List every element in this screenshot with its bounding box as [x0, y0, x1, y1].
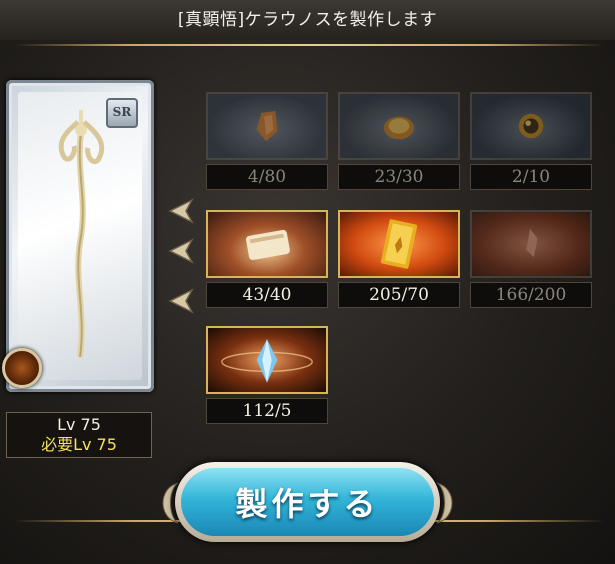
page-title: [真顕悟]ケラウノスを製作します [0, 0, 615, 40]
arrow-left-icon[interactable] [166, 196, 196, 226]
material-tile[interactable] [206, 92, 328, 160]
level-panel: Lv 75 必要Lv 75 [6, 412, 152, 458]
craft-button-frame: 製作する [175, 462, 440, 542]
weapon-level: Lv 75 [57, 415, 101, 434]
required-level: 必要Lv 75 [41, 435, 117, 454]
material-count: 23/30 [338, 164, 460, 190]
material-count: 166/200 [470, 282, 592, 308]
material-tile[interactable] [206, 210, 328, 278]
golden-book-icon [380, 219, 418, 269]
material-tile[interactable] [338, 92, 460, 160]
craft-button[interactable]: 製作する [181, 468, 434, 536]
material-count: 2/10 [470, 164, 592, 190]
orange-shard-icon [256, 110, 278, 142]
gold-coin-icon [383, 116, 415, 140]
material-count: 112/5 [206, 398, 328, 424]
weapon-art-panel: SR [18, 92, 142, 380]
dark-orb-icon [518, 113, 544, 139]
red-shard-icon [526, 228, 538, 258]
material-count: 205/70 [338, 282, 460, 308]
fire-element-icon [2, 348, 42, 388]
material-tile[interactable] [470, 210, 592, 278]
material-tile[interactable] [470, 92, 592, 160]
material-count: 4/80 [206, 164, 328, 190]
material-tile[interactable] [338, 210, 460, 278]
staff-weapon-icon [58, 110, 105, 358]
blue-crystal-icon [221, 339, 313, 383]
arrow-left-icon[interactable] [166, 286, 196, 316]
arrow-left-icon[interactable] [166, 236, 196, 266]
header-divider [14, 44, 604, 46]
material-tile[interactable] [206, 326, 328, 394]
weapon-card[interactable]: SR [2, 80, 154, 392]
rarity-badge: SR [106, 98, 138, 128]
material-count: 43/40 [206, 282, 328, 308]
scroll-icon [246, 229, 290, 260]
